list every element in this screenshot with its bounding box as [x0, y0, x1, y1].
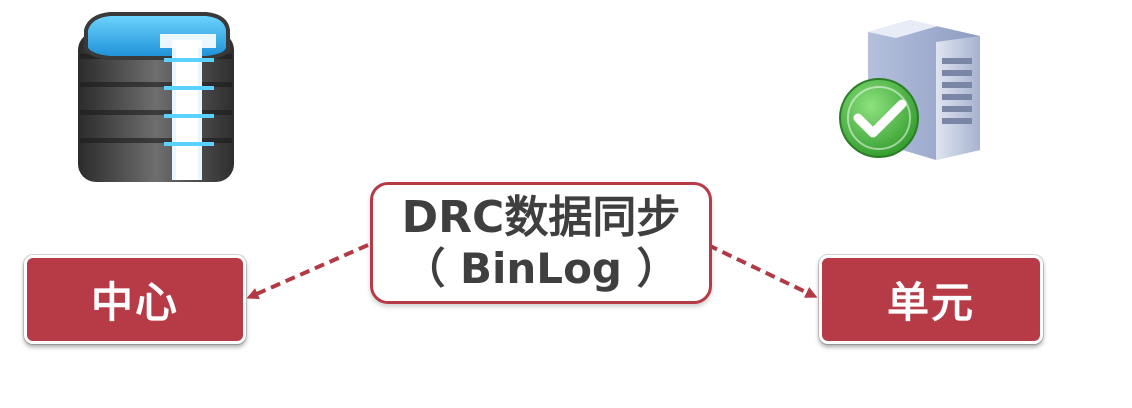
arrow-to-unit — [707, 243, 818, 298]
node-unit: 单元 — [819, 255, 1043, 344]
sync-box: DRC数据同步 （ BinLog ） — [370, 182, 712, 304]
node-unit-label: 单元 — [886, 278, 975, 327]
sync-subtitle: （ BinLog ） — [403, 244, 679, 293]
server-check-icon — [839, 20, 980, 160]
sync-title: DRC数据同步 — [401, 192, 681, 243]
node-center-label: 中心 — [90, 278, 179, 327]
node-center: 中心 — [24, 255, 246, 344]
database-server-icon — [78, 12, 234, 182]
arrow-to-center — [246, 243, 369, 300]
